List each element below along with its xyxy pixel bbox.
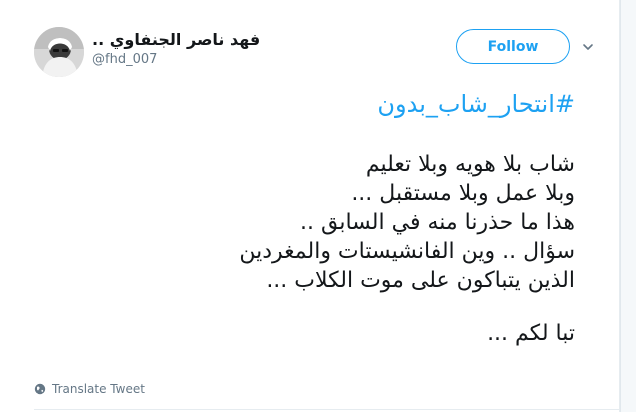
hashtag-link[interactable]: #انتحار_شاب_بدون: [377, 90, 575, 118]
globe-icon: [34, 383, 46, 395]
tweet-text: شاب بلا هويه وبلا تعليم وبلا عمل وبلا مس…: [15, 150, 575, 348]
divider: [34, 409, 620, 410]
display-name[interactable]: فهد ناصر الجنفاوي ..: [92, 30, 260, 49]
translate-tweet-label: Translate Tweet: [52, 382, 145, 396]
chevron-down-icon[interactable]: [582, 41, 594, 53]
tweet-line: الذين يتباكون على موت الكلاب ...: [266, 268, 575, 293]
translate-tweet-link[interactable]: Translate Tweet: [34, 382, 145, 396]
tweet-card: فهد ناصر الجنفاوي .. @fhd_007 Follow #ان…: [0, 0, 620, 412]
tweet-line: هذا ما حذرنا منه في السابق ..: [300, 210, 575, 235]
tweet-line: شاب بلا هويه وبلا تعليم: [365, 152, 575, 177]
avatar-image: [34, 27, 84, 77]
tweet-line: وبلا عمل وبلا مستقبل ...: [351, 181, 575, 206]
user-handle[interactable]: @fhd_007: [92, 52, 157, 67]
follow-button[interactable]: Follow: [456, 29, 570, 64]
avatar[interactable]: [34, 27, 84, 77]
tweet-line: تبا لكم ...: [487, 321, 575, 346]
follow-button-label: Follow: [487, 38, 539, 55]
tweet-line: سؤال .. وين الفانشيستات والمغردين: [239, 239, 575, 264]
scroll-rail: [620, 0, 636, 412]
